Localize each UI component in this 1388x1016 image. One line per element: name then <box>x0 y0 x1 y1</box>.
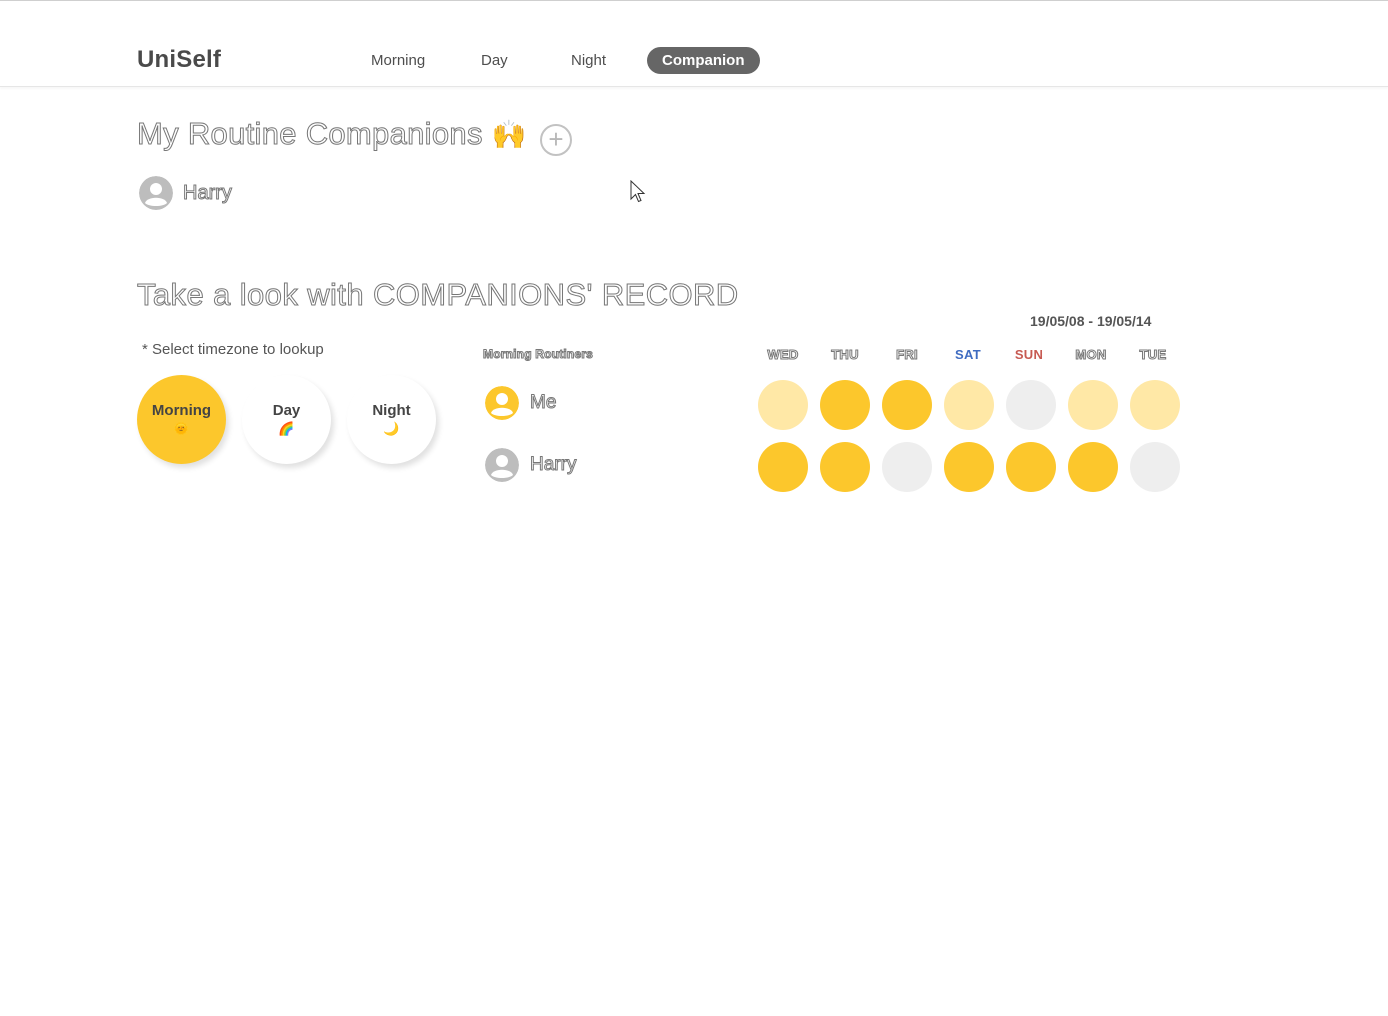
routiner-name-harry: Harry <box>529 454 577 476</box>
record-dot[interactable] <box>1130 442 1180 492</box>
raised-hands-icon: 🙌 <box>491 119 527 150</box>
timezone-day-button[interactable]: Day 🌈 <box>242 375 331 464</box>
record-dot[interactable] <box>820 442 870 492</box>
companion-name[interactable]: Harry <box>183 182 233 205</box>
day-header-sat: SAT <box>955 347 981 362</box>
companions-heading: My Routine Companions 🙌 <box>137 116 527 152</box>
day-header-mon: MON <box>1075 347 1107 363</box>
user-icon <box>139 176 173 210</box>
timezone-night-button[interactable]: Night 🌙 <box>347 375 436 464</box>
nav-tab-companion[interactable]: Companion <box>647 47 760 74</box>
routiners-title: Morning Routiners <box>482 347 594 362</box>
record-dot[interactable] <box>1130 380 1180 430</box>
record-heading: Take a look with COMPANIONS' RECORD <box>137 277 739 313</box>
top-navigation-bar: UniSelf Morning Day Night Companion <box>0 0 1388 87</box>
user-icon <box>485 448 519 482</box>
day-header-tue: TUE <box>1139 347 1167 363</box>
timezone-hint: * Select timezone to lookup <box>142 341 324 358</box>
date-range: 19/05/08 - 19/05/14 <box>1030 313 1152 329</box>
record-dot[interactable] <box>882 380 932 430</box>
record-dot[interactable] <box>944 380 994 430</box>
timezone-label: Night <box>372 402 411 419</box>
day-header-wed: WED <box>767 347 799 363</box>
record-dot[interactable] <box>882 442 932 492</box>
avatar-harry[interactable] <box>139 176 173 210</box>
timezone-label: Morning <box>151 402 212 419</box>
timezone-label: Day <box>272 402 301 419</box>
record-dot[interactable] <box>820 380 870 430</box>
day-header-thu: THU <box>831 347 859 363</box>
companions-heading-text: My Routine Companions <box>137 116 483 152</box>
moon-icon: 🌙 <box>383 421 400 436</box>
rainbow-icon: 🌈 <box>278 421 295 436</box>
record-dot[interactable] <box>1068 380 1118 430</box>
timezone-morning-button[interactable]: Morning 🌞 <box>137 375 226 464</box>
user-icon <box>485 386 519 420</box>
record-dot[interactable] <box>758 380 808 430</box>
record-dot[interactable] <box>1006 442 1056 492</box>
record-dot[interactable] <box>1068 442 1118 492</box>
app-logo[interactable]: UniSelf <box>137 46 221 74</box>
avatar-harry-row[interactable] <box>485 448 519 482</box>
nav-tab-morning[interactable]: Morning <box>356 47 440 74</box>
nav-tab-night[interactable]: Night <box>556 47 621 74</box>
record-dot[interactable] <box>944 442 994 492</box>
routiner-name-me: Me <box>529 392 557 414</box>
day-header-fri: FRI <box>896 347 919 363</box>
nav-tab-day[interactable]: Day <box>466 47 523 74</box>
record-dot[interactable] <box>758 442 808 492</box>
add-companion-button[interactable]: + <box>540 124 572 156</box>
mouse-cursor-icon <box>630 179 646 209</box>
avatar-me[interactable] <box>485 386 519 420</box>
day-header-sun: SUN <box>1014 347 1044 362</box>
record-dot[interactable] <box>1006 380 1056 430</box>
sunrise-icon: 🌞 <box>173 421 190 436</box>
